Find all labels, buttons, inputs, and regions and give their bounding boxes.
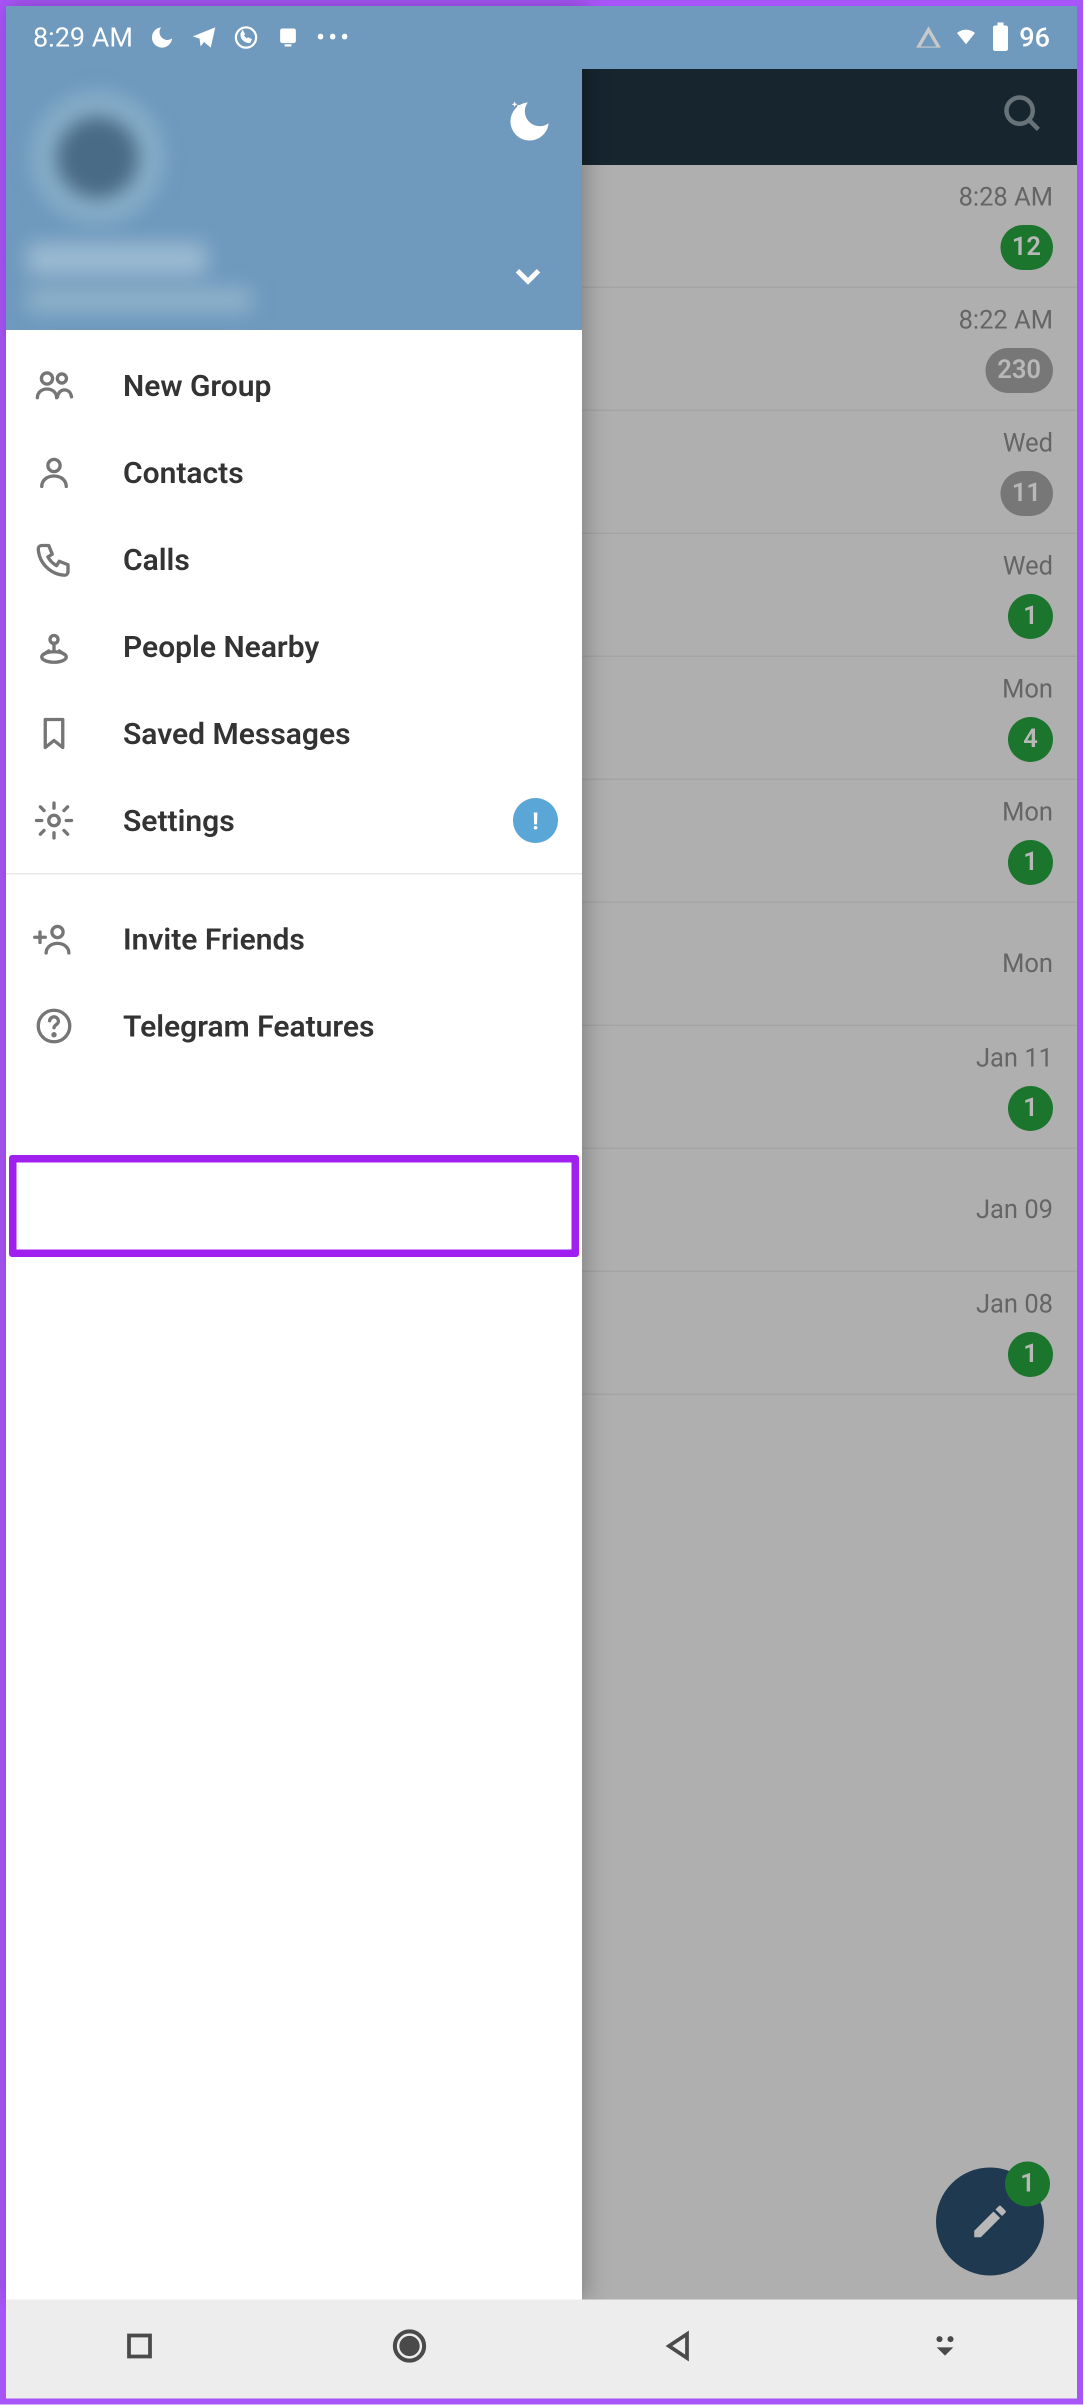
warning-icon xyxy=(914,24,941,51)
menu-item-label: Telegram Features xyxy=(123,1008,374,1044)
bookmark-icon xyxy=(33,713,75,755)
menu-item-label: Settings xyxy=(123,803,235,839)
nav-ime-button[interactable] xyxy=(928,2330,961,2369)
menu-item-label: New Group xyxy=(123,368,271,404)
telegram-statusbar-icon xyxy=(190,24,217,51)
menu-item-calls[interactable]: Calls xyxy=(6,516,582,603)
status-time: 8:29 AM xyxy=(33,22,133,54)
account-name xyxy=(27,243,207,276)
help-icon xyxy=(33,1005,75,1047)
system-nav-bar xyxy=(6,2300,1077,2399)
keyboard-down-icon xyxy=(928,2330,961,2363)
avatar[interactable] xyxy=(30,90,165,225)
nearby-icon xyxy=(33,626,75,668)
dnd-icon xyxy=(148,24,175,51)
person-icon xyxy=(33,452,75,494)
menu-item-label: Saved Messages xyxy=(123,716,351,752)
navigation-drawer: New Group Contacts Calls People Nearby Saved… xyxy=(6,6,582,2300)
triangle-back-icon xyxy=(660,2328,696,2364)
circle-icon xyxy=(390,2327,429,2366)
menu-item-saved-messages[interactable]: Saved Messages xyxy=(6,690,582,777)
more-notifications-icon: ••• xyxy=(316,22,352,54)
menu-item-contacts[interactable]: Contacts xyxy=(6,429,582,516)
status-bar: 8:29 AM ••• 96 xyxy=(6,6,1077,69)
notification-icon xyxy=(274,24,301,51)
gear-icon xyxy=(33,800,75,842)
nav-home-button[interactable] xyxy=(390,2327,429,2372)
menu-item-people-nearby[interactable]: People Nearby xyxy=(6,603,582,690)
group-icon xyxy=(33,365,75,407)
menu-item-settings[interactable]: Settings! xyxy=(6,777,582,864)
account-expand-button[interactable] xyxy=(507,255,549,303)
account-phone xyxy=(27,288,252,312)
nav-recents-button[interactable] xyxy=(122,2328,158,2370)
invite-icon xyxy=(33,918,75,960)
menu-item-label: Calls xyxy=(123,542,190,578)
alert-badge: ! xyxy=(513,798,558,843)
drawer-menu-primary: New Group Contacts Calls People Nearby Saved… xyxy=(6,330,582,864)
nav-back-button[interactable] xyxy=(660,2328,696,2370)
menu-item-new-group[interactable]: New Group xyxy=(6,342,582,429)
menu-item-invite-friends[interactable]: Invite Friends xyxy=(6,896,582,983)
menu-item-telegram-features[interactable]: Telegram Features xyxy=(6,983,582,1070)
chevron-down-icon xyxy=(507,255,549,297)
wifi-icon xyxy=(950,24,980,51)
phone-icon xyxy=(33,539,75,581)
night-mode-toggle[interactable] xyxy=(504,96,555,153)
menu-item-label: Invite Friends xyxy=(123,921,305,957)
moon-icon xyxy=(504,96,555,147)
square-icon xyxy=(122,2328,158,2364)
battery-icon xyxy=(989,23,1010,53)
battery-percent: 96 xyxy=(1019,22,1050,54)
menu-divider xyxy=(6,873,582,875)
menu-item-label: People Nearby xyxy=(123,629,319,665)
menu-item-label: Contacts xyxy=(123,455,244,491)
annotation-highlight xyxy=(9,1155,579,1257)
whatsapp-icon xyxy=(232,24,259,51)
drawer-menu-secondary: Invite Friends Telegram Features xyxy=(6,884,582,1070)
